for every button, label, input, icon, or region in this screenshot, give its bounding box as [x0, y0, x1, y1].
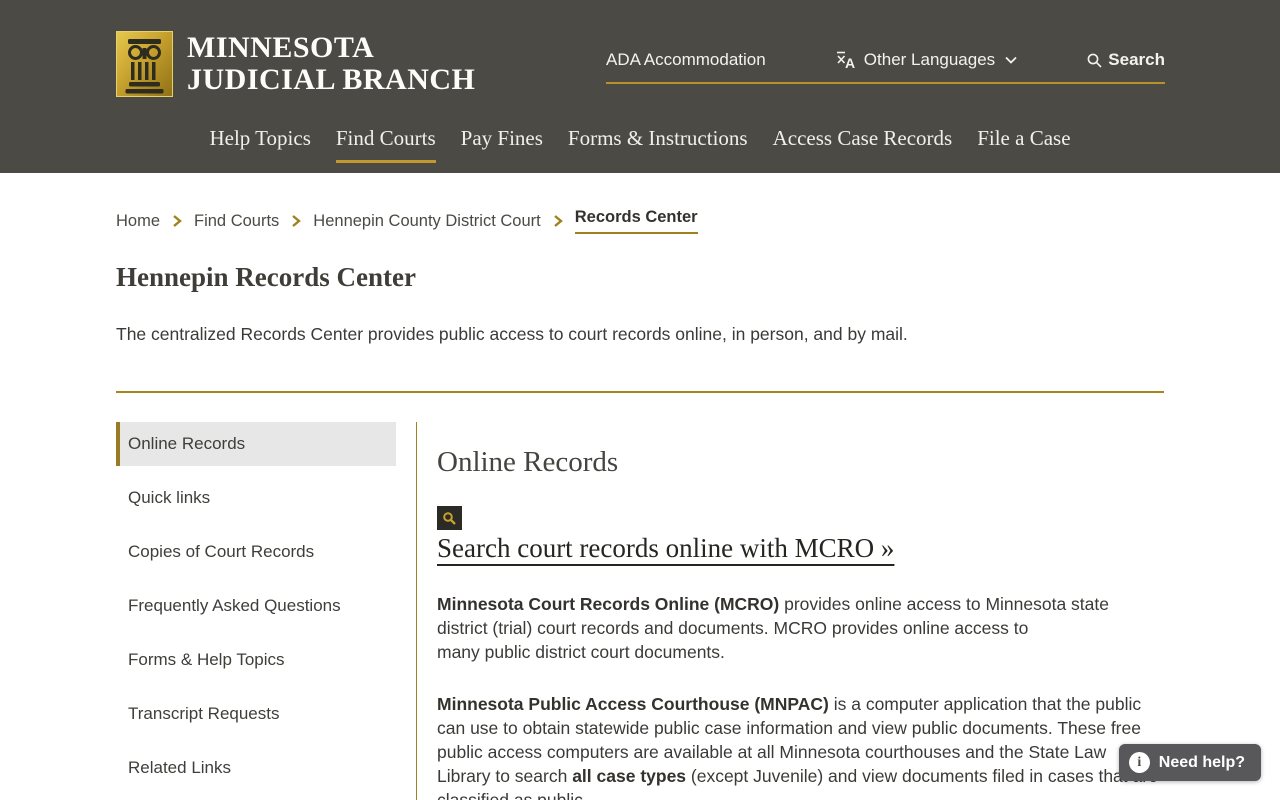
sidebar-item[interactable]: Forms & Help Topics [116, 638, 396, 682]
breadcrumb-link[interactable]: Home [116, 212, 160, 231]
need-help-label: Need help? [1158, 753, 1245, 771]
brand[interactable]: MINNESOTA JUDICIAL BRANCH [116, 31, 475, 97]
chevron-down-icon [1005, 56, 1017, 64]
sidebar-item[interactable]: Quick links [116, 476, 396, 520]
judicial-branch-column-logo-icon [116, 31, 173, 97]
page-title: Hennepin Records Center [116, 262, 416, 292]
mcro-search-icon-box[interactable] [437, 506, 462, 530]
nav-item[interactable]: Forms & Instructions [568, 126, 748, 163]
chevron-right-icon [291, 214, 302, 228]
main-section: Online Records Search court records onli… [416, 422, 1164, 800]
breadcrumb: Home Find Courts Hennepin County Distric [116, 208, 1164, 234]
translate-icon: A [836, 51, 855, 70]
page-content: Home Find Courts Hennepin County Distric [0, 208, 1280, 800]
breadcrumb-item: Home [116, 212, 194, 231]
brand-line-2: JUDICIAL BRANCH [187, 63, 476, 96]
sidebar-item[interactable]: Copies of Court Records [116, 530, 396, 574]
content-columns: Online Records Quick links Copies of Cou… [116, 422, 1164, 800]
page-intro: The centralized Records Center provides … [116, 324, 908, 344]
nav-item[interactable]: File a Case [977, 126, 1070, 163]
main-nav: Help Topics Find Courts Pay Fines Forms … [0, 126, 1280, 163]
sidebar-item[interactable]: Frequently Asked Questions [116, 584, 396, 628]
search-icon [1087, 53, 1102, 68]
svg-text:A: A [845, 55, 855, 70]
ada-accommodation-label: ADA Accommodation [606, 50, 766, 69]
nav-item[interactable]: Find Courts [335, 126, 436, 163]
breadcrumb-item: Records Center [574, 208, 698, 234]
search-button[interactable]: Search [1086, 50, 1165, 70]
sidebar-item[interactable]: Online Records [116, 422, 396, 466]
breadcrumb-item: Hennepin County District Court [313, 212, 574, 231]
breadcrumb-link[interactable]: Find Courts [194, 212, 279, 231]
sidebar-item[interactable]: Transcript Requests [116, 692, 396, 736]
need-help-button[interactable]: i Need help? [1118, 744, 1261, 781]
nav-item[interactable]: Help Topics [209, 126, 310, 163]
breadcrumb-item: Find Courts [194, 212, 313, 231]
breadcrumb-link[interactable]: Records Center [574, 208, 698, 234]
other-languages-label: Other Languages [863, 50, 996, 69]
records-sidebar: Online Records Quick links Copies of Cou… [116, 422, 396, 800]
mnpac-paragraph: Minnesota Public Access Courthouse (MNPA… [437, 692, 1164, 800]
chevron-right-icon [553, 214, 563, 228]
breadcrumb-link[interactable]: Hennepin County District Court [313, 212, 540, 231]
nav-item[interactable]: Pay Fines [461, 126, 543, 163]
utility-bar: ADA Accommodation A Other Languages Sear… [606, 50, 1165, 84]
site-header: MINNESOTA JUDICIAL BRANCH ADA Accommodat… [0, 0, 1280, 173]
all-case-types-bold: all case types [572, 766, 687, 786]
chevron-right-icon [172, 214, 182, 228]
mcro-search-link[interactable]: Search court records online with MCRO » [437, 533, 894, 564]
other-languages-dropdown[interactable]: A Other Languages [835, 50, 1017, 70]
section-divider [116, 391, 1164, 393]
section-heading: Online Records [437, 446, 619, 478]
mcro-bold-lead: Minnesota Court Records Online (MCRO) [437, 594, 780, 614]
search-label: Search [1108, 50, 1165, 69]
mnpac-bold-lead: Minnesota Public Access Courthouse (MNPA… [437, 694, 829, 714]
search-icon [443, 511, 456, 525]
brand-line-1: MINNESOTA [187, 31, 375, 64]
info-icon: i [1128, 752, 1150, 773]
ada-accommodation-link[interactable]: ADA Accommodation [606, 50, 766, 70]
mcro-paragraph: Minnesota Court Records Online (MCRO) pr… [437, 592, 1164, 664]
nav-item[interactable]: Access Case Records [773, 126, 953, 163]
brand-title: MINNESOTA JUDICIAL BRANCH [187, 32, 475, 96]
sidebar-item[interactable]: Related Links [116, 746, 396, 790]
